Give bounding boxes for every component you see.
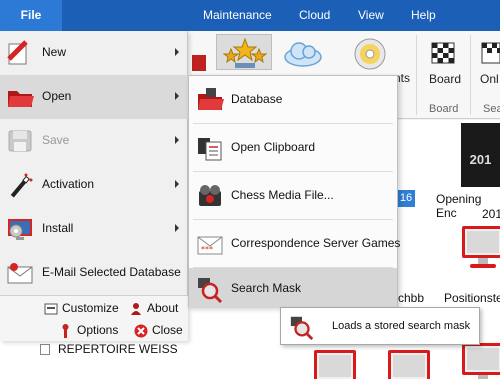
submenu-item-chess-media-file[interactable]: Chess Media File...	[189, 172, 397, 220]
file-menu-item-activation[interactable]: Activation	[0, 163, 188, 207]
submenu-label: Search Mask	[231, 281, 302, 295]
file-menu-tab[interactable]: File	[0, 0, 62, 31]
install-monitor-icon	[8, 219, 32, 240]
options-label: Options	[77, 323, 119, 337]
file-menu-item-install[interactable]: Install	[0, 207, 188, 251]
submenu-item-open-clipboard[interactable]: Open Clipboard	[189, 124, 397, 172]
media-file-icon	[199, 185, 221, 206]
submenu-arrow-icon	[175, 224, 179, 232]
stars-icon	[222, 37, 268, 68]
submenu-label: Correspondence Server Games	[231, 236, 401, 250]
ribbon-separator-2	[470, 35, 471, 115]
position-label[interactable]: Positionste	[444, 291, 500, 305]
cloud-icon	[284, 42, 322, 67]
svg-text:***: ***	[201, 245, 213, 254]
search-mask-icon	[290, 316, 314, 340]
file-menu-item-email[interactable]: E-Mail Selected Database	[0, 251, 188, 295]
chessboard-icon	[431, 42, 455, 64]
magic-wand-icon	[10, 173, 33, 198]
stars-button[interactable]	[216, 34, 272, 70]
correspondence-icon: ***	[197, 236, 223, 255]
about-label: About	[147, 301, 179, 315]
cloud-button[interactable]	[282, 39, 324, 67]
file-menu-label: New	[42, 45, 67, 59]
search-mask-icon	[198, 278, 223, 303]
submenu-label: Chess Media File...	[231, 188, 334, 202]
tooltip-text: Loads a stored search mask	[332, 320, 471, 332]
submenu-item-correspondence-server-games[interactable]: *** Correspondence Server Games	[189, 220, 401, 268]
email-icon	[7, 263, 33, 284]
file-menu-label: Activation	[42, 177, 95, 191]
submenu-label: Open Clipboard	[231, 140, 316, 154]
options-wrench-icon	[62, 324, 69, 338]
close-icon	[134, 324, 148, 338]
database-monitor-icon[interactable]	[462, 343, 500, 379]
online-button-label: Onl	[480, 72, 499, 86]
submenu-arrow-icon	[175, 48, 179, 56]
menu-cloud[interactable]: Cloud	[299, 0, 330, 31]
submenu-label: Database	[231, 92, 283, 106]
opening-encyclopedia-year: 2016	[482, 207, 500, 221]
file-menu-item-open[interactable]: Open	[0, 75, 188, 119]
file-menu-label: Install	[42, 221, 74, 235]
database-monitor-icon[interactable]	[388, 350, 430, 379]
file-menu-item-save[interactable]: Save	[0, 119, 188, 163]
chbb-label[interactable]: chbb	[398, 291, 424, 305]
clipboard-icon	[198, 138, 222, 161]
disc-button[interactable]	[352, 36, 388, 72]
online-button[interactable]	[480, 37, 500, 67]
board-button-label: Board	[429, 72, 462, 86]
disc-icon	[354, 38, 386, 70]
search-mask-tooltip: Loads a stored search mask	[280, 307, 480, 345]
submenu-item-search-mask[interactable]: Search Mask	[189, 268, 397, 308]
close-label: Close	[152, 323, 183, 337]
open-submenu: Database Open Clipboard Chess Media File…	[188, 75, 401, 308]
online-board-icon	[481, 42, 500, 64]
repertoire-checkbox[interactable]	[40, 344, 50, 355]
submenu-arrow-icon	[175, 92, 179, 100]
selected-badge[interactable]: 16	[397, 190, 415, 207]
file-menu-label: Save	[42, 133, 70, 147]
customize-icon	[44, 303, 58, 315]
file-menu-footer: Customize About Options Close	[0, 295, 188, 341]
search-group-label: Sea	[483, 103, 500, 115]
open-folder-icon	[8, 91, 34, 107]
submenu-item-database[interactable]: Database	[189, 76, 397, 124]
database-folder-icon	[198, 88, 224, 110]
customize-label: Customize	[62, 301, 119, 315]
file-menu: New Open Save Activation Install E-Mail …	[0, 31, 188, 341]
file-menu-label: E-Mail Selected Database	[42, 265, 181, 279]
submenu-arrow-icon	[175, 136, 179, 144]
board-group-label: Board	[429, 103, 459, 115]
repertoire-label[interactable]: REPERTOIRE WEISS	[58, 342, 178, 356]
database-monitor-icon[interactable]	[462, 226, 500, 270]
menu-bar: File Maintenance Cloud View Help	[0, 0, 500, 31]
ribbon-separator	[416, 35, 417, 115]
menu-maintenance[interactable]: Maintenance	[203, 0, 272, 31]
save-disk-icon	[8, 130, 32, 152]
file-menu-item-new[interactable]: New	[0, 31, 188, 75]
submenu-arrow-icon	[175, 180, 179, 188]
database-monitor-icon[interactable]	[314, 350, 356, 379]
board-button[interactable]	[428, 37, 458, 67]
file-menu-label: Open	[42, 89, 72, 103]
about-person-icon	[131, 303, 141, 315]
menu-help[interactable]: Help	[411, 0, 436, 31]
thumbnail-text: 201	[469, 152, 492, 167]
new-pencil-icon	[7, 40, 28, 65]
menu-view[interactable]: View	[358, 0, 384, 31]
